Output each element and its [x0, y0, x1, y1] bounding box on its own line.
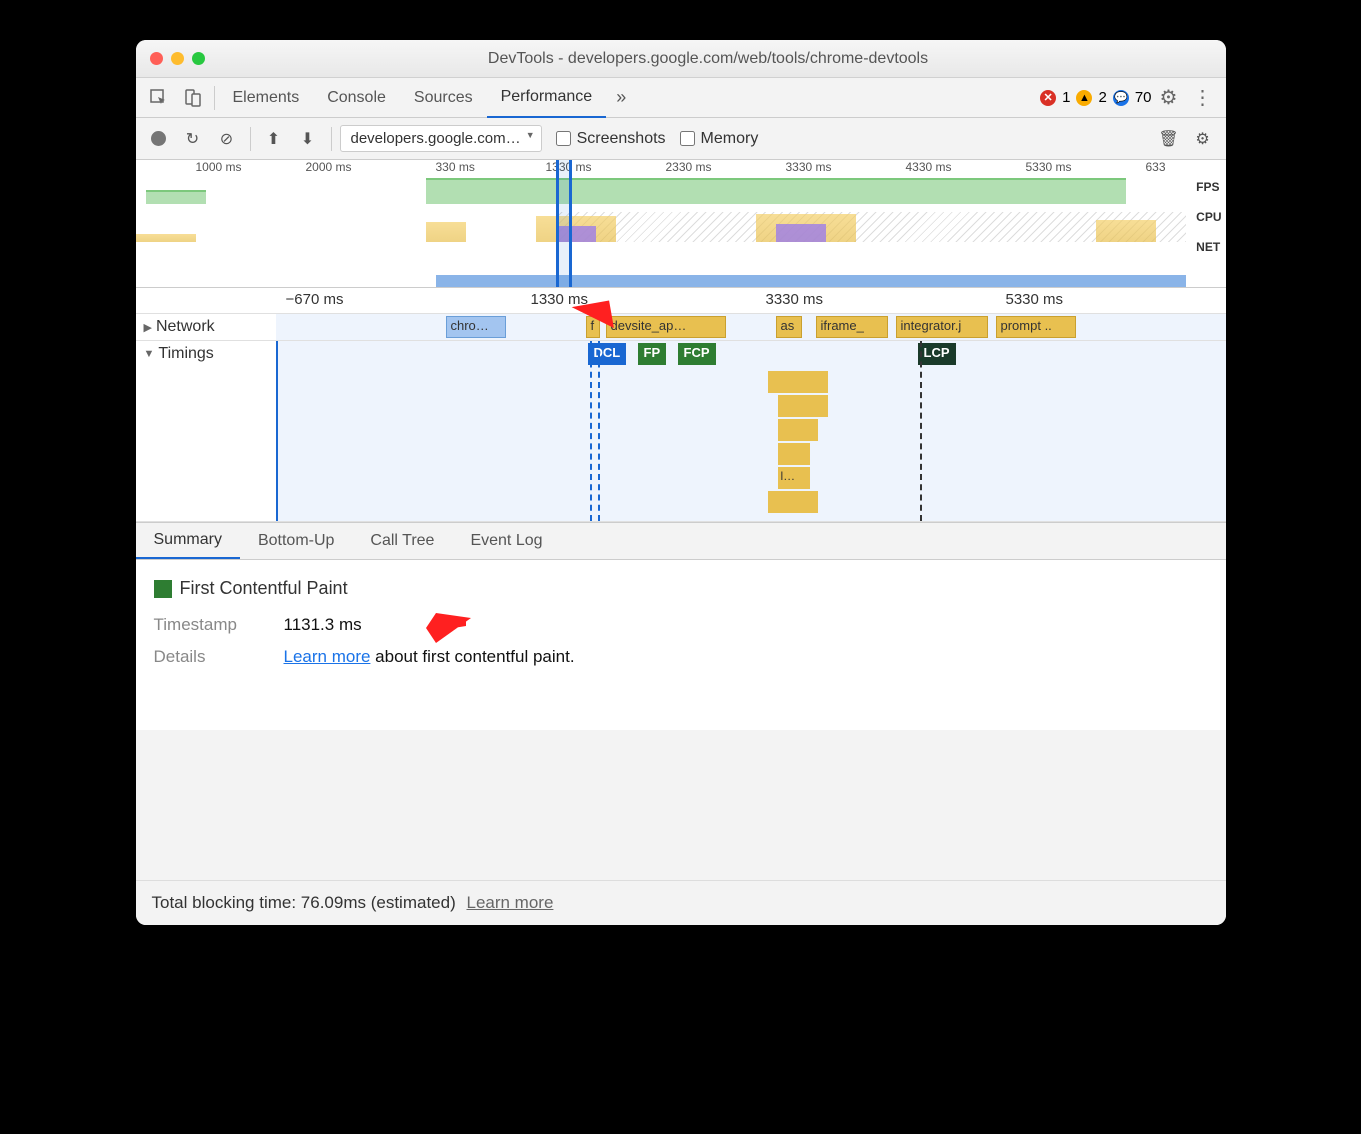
- message-count: 70: [1135, 89, 1152, 106]
- perf-toolbar: ↻ ⊘ ⬆ ⬇ developers.google.com… Screensho…: [136, 118, 1226, 160]
- download-button[interactable]: ⬇: [293, 124, 323, 154]
- message-icon[interactable]: 💬: [1113, 90, 1129, 106]
- tab-bottomup[interactable]: Bottom-Up: [240, 523, 352, 559]
- clear-button[interactable]: ⊘: [212, 124, 242, 154]
- annotation-arrow-icon: [411, 608, 471, 653]
- separator: [214, 86, 215, 110]
- net-item[interactable]: as: [776, 316, 802, 338]
- dcl-line: [590, 341, 592, 521]
- fp-badge[interactable]: FP: [638, 343, 667, 365]
- timings-label[interactable]: ▼Timings: [136, 341, 276, 521]
- reload-button[interactable]: ↻: [178, 124, 208, 154]
- error-icon[interactable]: ✕: [1040, 90, 1056, 106]
- network-track: ▶Network chro… f devsite_ap… as iframe_ …: [136, 314, 1226, 341]
- net-item[interactable]: integrator.j: [896, 316, 988, 338]
- summary-panel: First Contentful Paint Timestamp 1131.3 …: [136, 560, 1226, 730]
- timestamp-row: Timestamp 1131.3 ms: [154, 615, 1208, 635]
- net-item[interactable]: prompt ..: [996, 316, 1076, 338]
- memory-checkbox[interactable]: Memory: [680, 130, 759, 148]
- tab-performance[interactable]: Performance: [487, 78, 607, 118]
- separator: [250, 127, 251, 151]
- window-title: DevTools - developers.google.com/web/too…: [205, 50, 1212, 68]
- traffic-lights: [150, 52, 205, 65]
- trash-icon[interactable]: 🗑: [1154, 124, 1184, 154]
- selection-handles[interactable]: [556, 160, 572, 287]
- event-title: First Contentful Paint: [154, 578, 1208, 599]
- footer-bar: Total blocking time: 76.09ms (estimated)…: [136, 880, 1226, 925]
- upload-button[interactable]: ⬆: [259, 124, 289, 154]
- longtask-bar[interactable]: [778, 419, 818, 441]
- inspect-icon[interactable]: [142, 81, 176, 115]
- lcp-line: [920, 341, 922, 521]
- lcp-badge[interactable]: LCP: [918, 343, 956, 365]
- details-tabs: Summary Bottom-Up Call Tree Event Log: [136, 522, 1226, 560]
- timestamp-value: 1131.3 ms: [284, 615, 362, 635]
- recording-select[interactable]: developers.google.com…: [340, 125, 542, 152]
- learn-more-link[interactable]: Learn more: [284, 647, 371, 666]
- longtask-bar[interactable]: [778, 395, 828, 417]
- empty-area: [136, 730, 1226, 880]
- tab-summary[interactable]: Summary: [136, 523, 240, 559]
- overview-labels: FPS CPU NET: [1196, 180, 1221, 254]
- details-row: Details Learn more about first contentfu…: [154, 647, 1208, 667]
- net-item[interactable]: devsite_ap…: [606, 316, 726, 338]
- overview-ticks: 1000 ms 2000 ms 330 ms 1330 ms 2330 ms 3…: [136, 160, 1226, 178]
- error-count: 1: [1062, 89, 1070, 106]
- devtools-tabs: Elements Console Sources Performance » ✕…: [136, 78, 1226, 118]
- net-track: [436, 275, 1186, 287]
- timeline-panel: −670 ms 1330 ms 3330 ms 5330 ms ▶Network…: [136, 288, 1226, 522]
- settings-icon[interactable]: ⚙: [1152, 85, 1186, 110]
- timings-body[interactable]: DCL FP FCP LCP l…: [276, 341, 1226, 521]
- fp-line: [598, 341, 600, 521]
- status-area: ✕ 1 ▲ 2 💬 70: [1040, 89, 1151, 106]
- event-color-swatch: [154, 580, 172, 598]
- fcp-badge[interactable]: FCP: [678, 343, 716, 365]
- tab-calltree[interactable]: Call Tree: [352, 523, 452, 559]
- timeline-ruler[interactable]: −670 ms 1330 ms 3330 ms 5330 ms: [136, 288, 1226, 314]
- longtask-bar[interactable]: [768, 491, 818, 513]
- warning-icon[interactable]: ▲: [1076, 90, 1092, 106]
- longtask-bar[interactable]: [778, 443, 810, 465]
- longtask-bar[interactable]: [768, 371, 828, 393]
- network-label[interactable]: ▶Network: [136, 314, 276, 340]
- tab-sources[interactable]: Sources: [400, 78, 487, 118]
- warning-count: 2: [1098, 89, 1106, 106]
- net-item[interactable]: chro…: [446, 316, 506, 338]
- zoom-button[interactable]: [192, 52, 205, 65]
- blocking-time-text: Total blocking time: 76.09ms (estimated): [152, 893, 456, 912]
- record-button[interactable]: [144, 124, 174, 154]
- dcl-badge[interactable]: DCL: [588, 343, 627, 365]
- overview-timeline[interactable]: 1000 ms 2000 ms 330 ms 1330 ms 2330 ms 3…: [136, 160, 1226, 288]
- close-button[interactable]: [150, 52, 163, 65]
- longtask-bar[interactable]: l…: [778, 467, 810, 489]
- devtools-window: DevTools - developers.google.com/web/too…: [136, 40, 1226, 925]
- tab-eventlog[interactable]: Event Log: [452, 523, 560, 559]
- timings-track: ▼Timings DCL FP FCP LCP l…: [136, 341, 1226, 522]
- more-tabs[interactable]: »: [606, 87, 636, 108]
- titlebar: DevTools - developers.google.com/web/too…: [136, 40, 1226, 78]
- tab-elements[interactable]: Elements: [219, 78, 314, 118]
- separator: [331, 127, 332, 151]
- minimize-button[interactable]: [171, 52, 184, 65]
- kebab-icon[interactable]: ⋮: [1186, 85, 1220, 110]
- cpu-track: [136, 212, 1186, 242]
- device-icon[interactable]: [176, 81, 210, 115]
- network-body[interactable]: chro… f devsite_ap… as iframe_ integrato…: [276, 314, 1226, 340]
- screenshots-checkbox[interactable]: Screenshots: [556, 130, 666, 148]
- net-item[interactable]: iframe_: [816, 316, 888, 338]
- tab-console[interactable]: Console: [313, 78, 400, 118]
- fps-track: [136, 178, 1186, 208]
- footer-learn-more-link[interactable]: Learn more: [466, 893, 553, 912]
- capture-settings-icon[interactable]: ⚙: [1188, 124, 1218, 154]
